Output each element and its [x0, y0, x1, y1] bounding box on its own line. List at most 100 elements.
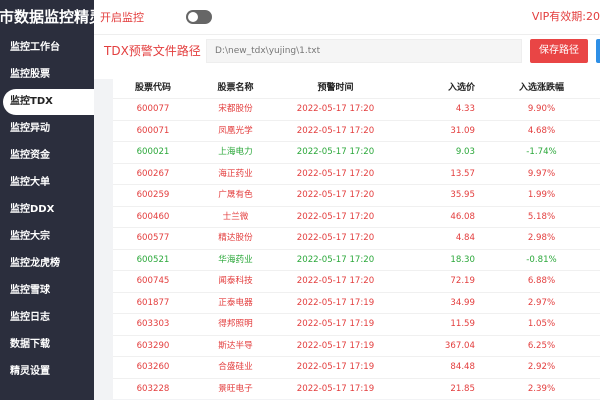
cell-code: 600021 [136, 147, 170, 157]
vip-expiry: VIP有效期:2022 [531, 10, 600, 23]
cell-code: 603303 [136, 319, 170, 329]
cell-time: 2022-05-17 17:19 [296, 383, 375, 394]
cell-time: 2022-05-17 17:20 [296, 147, 375, 157]
cell-name: 华海药业 [218, 254, 253, 265]
cell-name: 景旺电子 [218, 383, 253, 394]
table-row[interactable]: 600259 广晟有色 2022-05-17 17:20 35.95 1.99% [113, 184, 600, 206]
cell-time: 2022-05-17 17:20 [296, 190, 375, 200]
sidebar-item-settings[interactable]: 精灵设置 [0, 359, 94, 385]
table-body: 600077 宋都股份 2022-05-17 17:20 4.33 9.90% 60007… [113, 98, 600, 399]
cell-code: 600745 [136, 276, 170, 286]
app-title: 股市数据监控精灵 [0, 8, 94, 26]
cell-code: 600267 [136, 168, 170, 179]
table-row[interactable]: 600521 华海药业 2022-05-17 17:20 18.30 -0.81% [113, 248, 600, 270]
cell-name: 广晟有色 [218, 190, 253, 200]
header-code[interactable]: 股票代码 [113, 78, 193, 98]
cell-name: 得邦照明 [218, 319, 253, 329]
save-path-button[interactable]: 保存路径 [530, 39, 588, 63]
sidebar-item-large-orders[interactable]: 监控大单 [0, 170, 94, 196]
table-row[interactable]: 600577 精达股份 2022-05-17 17:20 4.84 2.98% [113, 227, 600, 249]
cell-time: 2022-05-17 17:19 [296, 319, 375, 329]
cell-time: 2022-05-17 17:20 [296, 168, 375, 179]
cell-price: 35.95 [450, 190, 475, 200]
cell-change: -1.74% [526, 147, 557, 157]
cell-price: 21.85 [450, 383, 475, 394]
table-row[interactable]: 600021 上海电力 2022-05-17 17:20 9.03 -1.74% [113, 141, 600, 163]
cell-time: 2022-05-17 17:19 [296, 362, 375, 372]
cell-code: 603260 [136, 362, 170, 372]
cell-name: 斯达半导 [218, 340, 253, 351]
cell-code: 603290 [136, 340, 170, 351]
cell-name: 士兰微 [222, 211, 249, 222]
sidebar-item-anomaly[interactable]: 监控异动 [0, 116, 94, 142]
cell-change: 2.39% [527, 383, 556, 394]
cell-price: 18.30 [450, 254, 475, 265]
table-row[interactable]: 600071 凤凰光学 2022-05-17 17:20 31.09 4.68% [113, 119, 600, 141]
sidebar-item-stocks[interactable]: 监控股票 [0, 62, 94, 88]
cell-time: 2022-05-17 17:20 [296, 104, 375, 114]
sidebar-item-xueqiu[interactable]: 监控雪球 [0, 278, 94, 304]
cell-change: 5.18% [527, 211, 556, 222]
sidebar-item-workbench[interactable]: 监控工作台 [0, 35, 94, 61]
cell-change: 9.97% [527, 168, 556, 179]
cell-name: 宋都股份 [218, 104, 253, 114]
cell-time: 2022-05-17 17:20 [296, 233, 375, 243]
secondary-button[interactable] [596, 39, 600, 63]
cell-time: 2022-05-17 17:19 [296, 297, 375, 308]
cell-name: 上海电力 [218, 147, 253, 157]
toggle-knob [188, 12, 198, 22]
cell-change: -0.81% [526, 254, 557, 265]
cell-change: 6.25% [527, 340, 556, 351]
table-row[interactable]: 603303 得邦照明 2022-05-17 17:19 11.59 1.05% [113, 313, 600, 335]
cell-change: 4.68% [527, 125, 556, 136]
table-row[interactable]: 603228 景旺电子 2022-05-17 17:19 21.85 2.39% [113, 377, 600, 399]
path-input[interactable]: D:\new_tdx\yujing\1.txt [206, 39, 522, 63]
cell-name: 合盛硅业 [218, 362, 253, 372]
header-price[interactable]: 入选价 [393, 78, 483, 98]
sidebar-item-download[interactable]: 数据下载 [0, 332, 94, 358]
path-settings-row: TDX预警文件路径 D:\new_tdx\yujing\1.txt 保存路径 [94, 34, 600, 79]
sidebar-item-block-trades[interactable]: 监控大宗 [0, 224, 94, 250]
sidebar-item-dragon-tiger[interactable]: 监控龙虎榜 [0, 251, 94, 277]
table-header: 股票代码 股票名称 预警时间 入选价 入选涨跌幅 [113, 78, 600, 98]
header-change[interactable]: 入选涨跌幅 [483, 78, 600, 98]
cell-price: 84.48 [450, 362, 475, 372]
header-name[interactable]: 股票名称 [193, 78, 278, 98]
table-row[interactable]: 603290 斯达半导 2022-05-17 17:19 367.04 6.25% [113, 334, 600, 356]
sidebar-menu: 监控工作台 监控股票 监控TDX 监控异动 监控资金 监控大单 监控DDX 监控… [0, 34, 94, 386]
table-row[interactable]: 601877 正泰电器 2022-05-17 17:19 34.99 2.97% [113, 291, 600, 313]
cell-change: 1.05% [527, 319, 556, 329]
cell-time: 2022-05-17 17:20 [296, 276, 375, 286]
cell-name: 海正药业 [218, 168, 253, 179]
cell-time: 2022-05-17 17:20 [296, 125, 375, 136]
table-row[interactable]: 600267 海正药业 2022-05-17 17:20 13.57 9.97% [113, 162, 600, 184]
cell-change: 9.90% [527, 104, 556, 114]
cell-time: 2022-05-17 17:20 [296, 211, 375, 222]
cell-price: 11.59 [450, 319, 475, 329]
cell-price: 4.84 [455, 233, 475, 243]
cell-price: 46.08 [450, 211, 475, 222]
cell-price: 31.09 [450, 125, 475, 136]
cell-code: 600077 [136, 104, 170, 114]
cell-change: 2.97% [527, 297, 556, 308]
path-label: TDX预警文件路径 [104, 44, 201, 58]
table-row[interactable]: 600460 士兰微 2022-05-17 17:20 46.08 5.18% [113, 205, 600, 227]
cell-change: 1.99% [527, 190, 556, 200]
cell-code: 601877 [136, 297, 170, 308]
sidebar-item-logs[interactable]: 监控日志 [0, 305, 94, 331]
sidebar-item-funds[interactable]: 监控资金 [0, 143, 94, 169]
cell-code: 600071 [136, 125, 170, 136]
table-row[interactable]: 600077 宋都股份 2022-05-17 17:20 4.33 9.90% [113, 98, 600, 120]
cell-price: 72.19 [450, 276, 475, 286]
monitor-toggle[interactable] [186, 10, 212, 24]
cell-change: 2.92% [527, 362, 556, 372]
cell-code: 600259 [136, 190, 170, 200]
sidebar-item-ddx[interactable]: 监控DDX [0, 197, 94, 223]
table-row[interactable]: 603260 合盛硅业 2022-05-17 17:19 84.48 2.92% [113, 356, 600, 378]
cell-price: 4.33 [455, 104, 475, 114]
sidebar-item-tdx[interactable]: 监控TDX [3, 89, 94, 115]
sidebar: 股市数据监控精灵 监控工作台 监控股票 监控TDX 监控异动 监控资金 监控大单… [0, 0, 94, 400]
cell-code: 600521 [136, 254, 170, 265]
table-row[interactable]: 600745 闻泰科技 2022-05-17 17:20 72.19 6.88% [113, 270, 600, 292]
header-time[interactable]: 预警时间 [278, 78, 393, 98]
